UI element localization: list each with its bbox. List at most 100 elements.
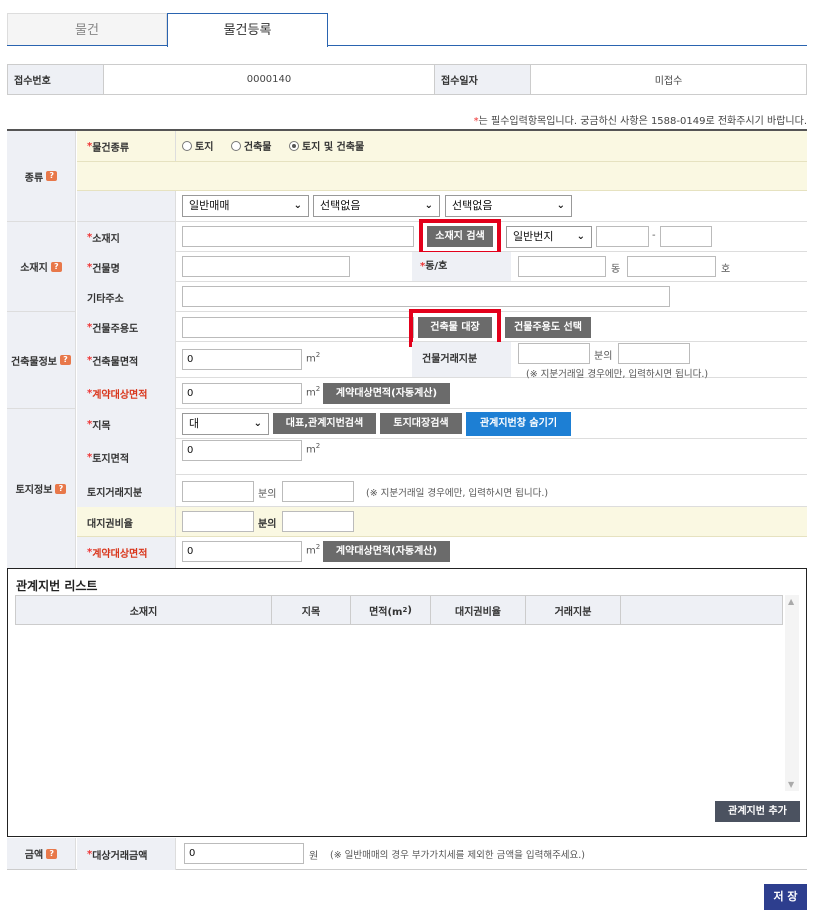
divider (77, 161, 807, 162)
col-share: 거래지분 (526, 596, 621, 624)
unit-m: m (306, 353, 316, 365)
price-unit: 원 (309, 851, 319, 862)
building-contract-area-label: * 계약대상면적 (77, 378, 176, 409)
toggle-related-lots-button[interactable]: 관계지번창 숨기기 (466, 412, 571, 436)
unit-sq: 2 (315, 442, 321, 450)
unit-sq: 2 (315, 385, 321, 393)
share-of-text: 분의 (258, 489, 277, 500)
related-lots-title: 관계지번 리스트 (16, 579, 98, 593)
save-button[interactable]: 저 장 (764, 884, 807, 910)
radio-building[interactable]: 건축물 (230, 141, 272, 153)
jimok-select[interactable]: 대 ⌄ (182, 413, 269, 435)
building-name-input[interactable] (182, 256, 350, 277)
land-share-numerator[interactable] (282, 481, 354, 502)
land-auto-calc-button[interactable]: 계약대상면적(자동계산) (323, 541, 450, 562)
col-empty (621, 596, 782, 624)
notice-text: 는 필수입력항목입니다. 궁금하신 사항은 1588-0149로 전화주시기 바… (478, 116, 807, 127)
building-name-label: * 건물명 (77, 252, 176, 282)
jimok-value: 대 (189, 417, 200, 430)
address-input[interactable] (182, 226, 414, 247)
rep-lot-search-button[interactable]: 대표,관계지번검색 (273, 413, 376, 434)
section-land: 토지정보? (7, 409, 76, 568)
add-related-lot-button[interactable]: 관계지번 추가 (715, 801, 800, 822)
related-lots-header: 소재지 지목 면적(m 2) 대지권비율 거래지분 (15, 595, 783, 625)
land-share-note: (※ 지분거래일 경우에만, 입력하시면 됩니다.) (366, 488, 549, 499)
unit-m2: m2 (306, 385, 320, 398)
ratio-denominator[interactable] (182, 511, 254, 532)
category-select-2[interactable]: 선택없음 ⌄ (445, 195, 572, 217)
building-auto-calc-button[interactable]: 계약대상면적(자동계산) (323, 383, 450, 404)
dong-ho-label-text: 동/호 (425, 261, 448, 272)
land-share-denominator[interactable] (182, 481, 254, 502)
section-price-label: 금액 (24, 850, 44, 861)
list-scrollbar[interactable]: ▲ ▼ (785, 595, 799, 791)
unit-m2: m2 (306, 543, 320, 556)
radio-land-and-building[interactable]: 토지 및 건축물 (288, 141, 365, 153)
lot-type-select[interactable]: 일반번지 ⌄ (506, 226, 592, 248)
section-kind: 종류? (7, 131, 76, 222)
chevron-down-icon: ⌄ (576, 231, 585, 242)
building-use-label: * 건물주용도 (77, 312, 176, 342)
land-area-input[interactable]: 0 (182, 440, 302, 461)
lot-main-input[interactable] (596, 226, 649, 247)
help-icon[interactable]: ? (46, 848, 58, 859)
radio-building-icon[interactable] (230, 141, 241, 151)
land-share-label: 토지거래지분 (77, 475, 176, 507)
building-use-label-text: 건물주용도 (92, 323, 139, 335)
unit-m: m (306, 444, 316, 456)
chevron-down-icon: ⌄ (293, 200, 302, 211)
kind-radio-group: 토지 건축물 토지 및 건축물 (182, 138, 364, 153)
radio-land-and-building-icon[interactable] (288, 141, 299, 151)
building-share-numerator[interactable] (618, 343, 690, 364)
related-lots-panel: 관계지번 리스트 소재지 지목 면적(m 2) 대지권비율 거래지분 ▲ ▼ 관계… (7, 568, 807, 837)
land-contract-area-input[interactable]: 0 (182, 541, 302, 562)
building-contract-area-input[interactable]: 0 (182, 383, 302, 404)
radio-land-icon[interactable] (182, 141, 192, 151)
building-name-label-text: 건물명 (92, 263, 120, 275)
unit-m: m (306, 387, 316, 399)
help-icon[interactable]: ? (46, 171, 58, 181)
dong-input[interactable] (518, 256, 606, 277)
scroll-down-icon[interactable]: ▼ (788, 780, 794, 789)
help-icon[interactable]: ? (50, 261, 62, 272)
section-land-label: 토지정보 (15, 485, 53, 496)
unit-m2: m2 (306, 442, 320, 455)
section-price: 금액? (7, 838, 76, 870)
category-2-value: 선택없음 (452, 199, 493, 212)
price-input[interactable]: 0 (184, 843, 304, 864)
trade-type-select[interactable]: 일반매매 ⌄ (182, 195, 309, 217)
receipt-date-value: 미접수 (530, 64, 807, 95)
category-select-1[interactable]: 선택없음 ⌄ (313, 195, 440, 217)
tab-items[interactable]: 물건 (7, 13, 167, 46)
lot-sub-input[interactable] (660, 226, 712, 247)
category-1-value: 선택없음 (320, 199, 361, 212)
price-note: (※ 일반매매의 경우 부가가치세를 제외한 금액을 입력해주세요.) (330, 850, 586, 861)
building-use-input[interactable] (182, 317, 414, 338)
radio-land[interactable]: 토지 (182, 141, 213, 153)
ratio-numerator[interactable] (282, 511, 354, 532)
other-address-input[interactable] (182, 286, 670, 307)
kind-type-label: * 물건종류 (77, 131, 176, 161)
building-area-input[interactable]: 0 (182, 349, 302, 370)
lot-dash: - (652, 230, 656, 241)
land-contract-area-label-text: 계약대상면적 (92, 549, 148, 560)
section-kind-label: 종류 (24, 172, 44, 184)
unit-sq: 2 (315, 543, 321, 551)
building-area-label: * 건축물면적 (77, 342, 176, 378)
price-label: * 대상거래금액 (77, 838, 176, 870)
land-ledger-search-button[interactable]: 토지대장검색 (380, 413, 462, 434)
tab-item-register[interactable]: 물건등록 (167, 13, 328, 47)
land-area-label-text: 토지면적 (92, 453, 130, 465)
help-icon[interactable]: ? (60, 355, 71, 365)
help-icon[interactable]: ? (55, 483, 67, 494)
ho-unit: 호 (721, 264, 731, 275)
building-use-select-button[interactable]: 건물주용도 선택 (505, 317, 591, 338)
ratio-of-text: 분의 (258, 519, 277, 530)
ho-input[interactable] (627, 256, 716, 277)
radio-land-and-building-label: 토지 및 건축물 (301, 142, 365, 153)
receipt-info-table: 접수번호 0000140 접수일자 미접수 (7, 64, 807, 95)
building-share-denominator[interactable] (518, 343, 590, 364)
section-location-label: 소재지 (20, 263, 48, 274)
ratio-label: 대지권비율 (77, 507, 176, 537)
scroll-up-icon[interactable]: ▲ (788, 597, 794, 606)
